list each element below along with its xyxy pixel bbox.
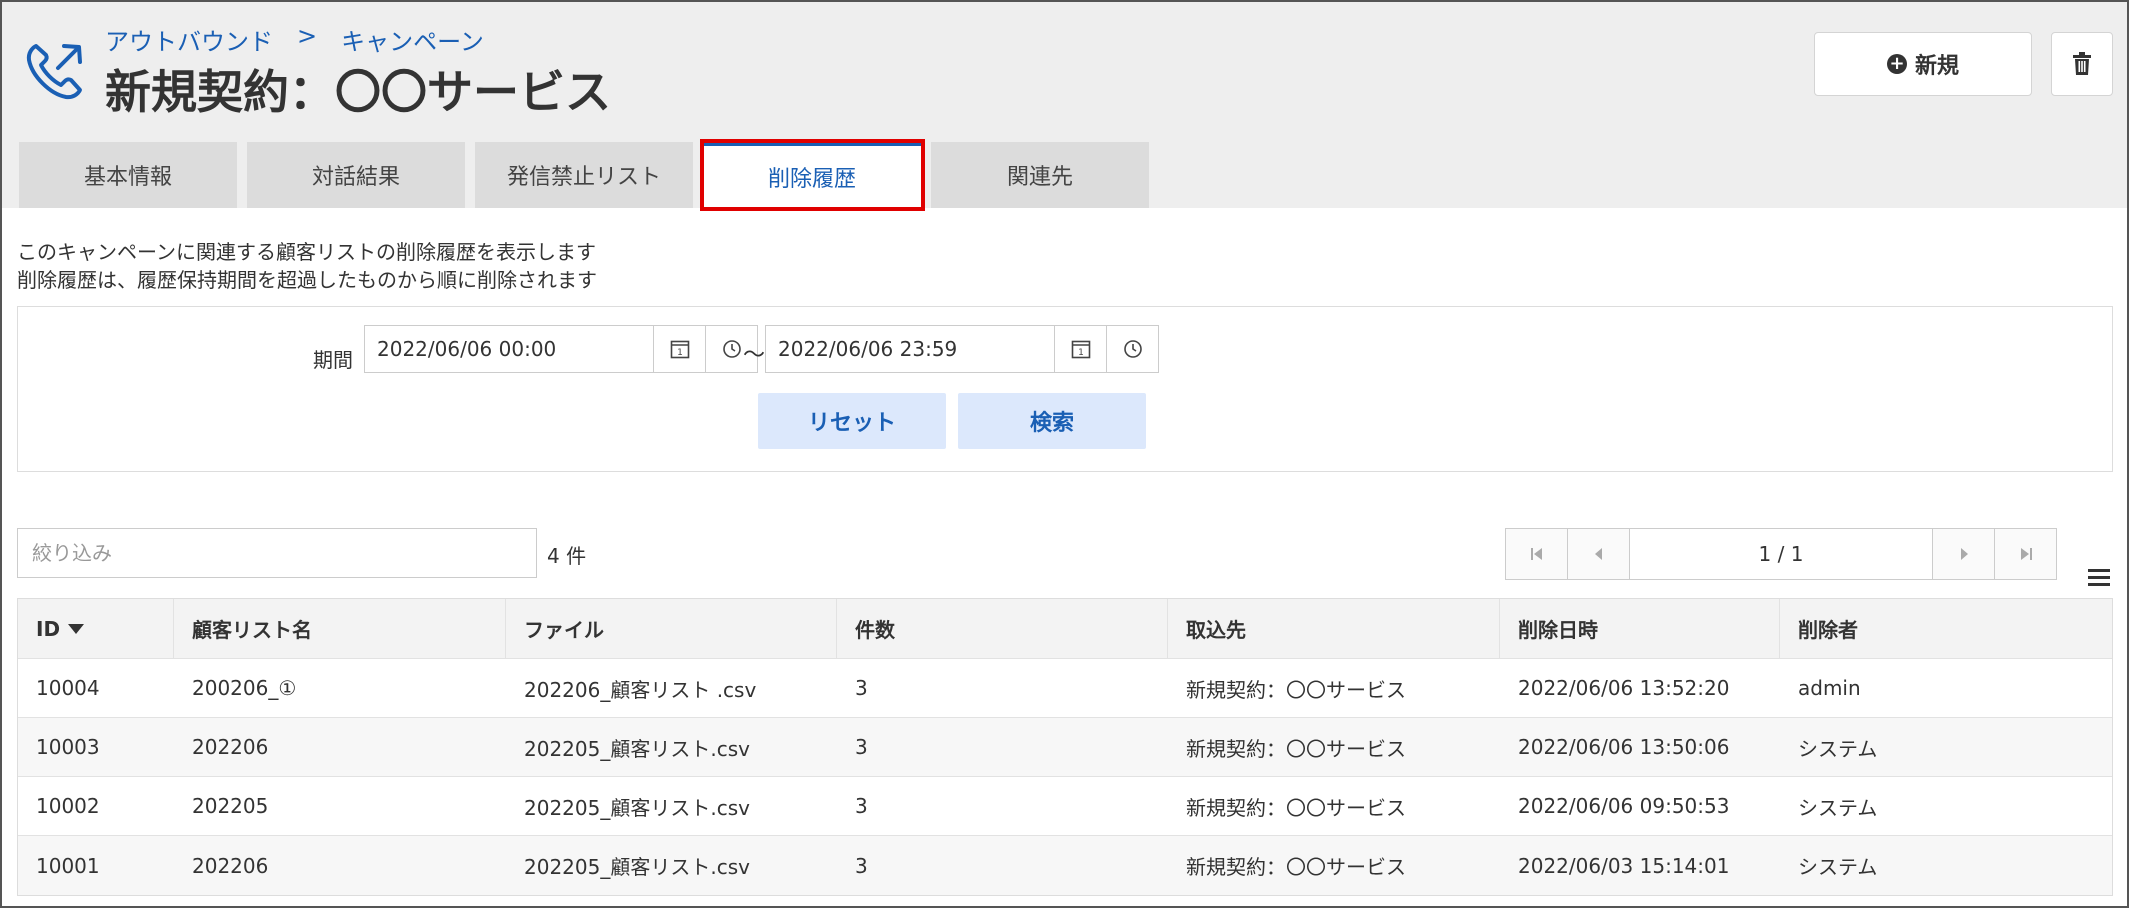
clock-icon — [722, 340, 741, 358]
table-row[interactable]: 10004 200206_① 202206_顧客リスト .csv 3 新規契約：… — [18, 659, 2112, 718]
delete-button[interactable] — [2051, 32, 2113, 96]
cell-deleted-by: システム — [1798, 795, 1878, 820]
cell-import-target: 新規契約：〇〇サービス — [1186, 795, 1406, 820]
breadcrumb-separator: > — [297, 22, 318, 50]
column-header-list-name[interactable]: 顧客リスト名 — [174, 599, 506, 658]
cell-id: 10003 — [36, 735, 100, 759]
tab-dialog-results[interactable]: 対話結果 — [247, 142, 465, 208]
table-header-row: ID 顧客リスト名 ファイル 件数 取込先 削除日時 削除者 — [18, 599, 2112, 659]
outbound-call-icon — [26, 44, 82, 100]
column-header-file[interactable]: ファイル — [506, 599, 837, 658]
cell-id: 10001 — [36, 853, 100, 878]
calendar-icon: 1 — [1071, 340, 1090, 359]
tab-deletion-history[interactable]: 削除履歴 — [703, 142, 921, 208]
cell-import-target: 新規契約：〇〇サービス — [1186, 736, 1406, 761]
column-header-deleted-at[interactable]: 削除日時 — [1500, 599, 1780, 658]
column-header-deleted-by[interactable]: 削除者 — [1780, 599, 2112, 658]
new-button-label: 新規 — [1914, 54, 1959, 79]
page-indicator: 1 / 1 — [1630, 529, 1932, 579]
cell-deleted-by: admin — [1798, 676, 1861, 700]
breadcrumb-campaign[interactable]: キャンペーン — [341, 22, 484, 57]
description: このキャンペーンに関連する顧客リストの削除履歴を表示します 削除履歴は、履歴保持… — [17, 238, 597, 294]
sort-desc-icon — [68, 623, 85, 634]
cell-deleted-at: 2022/06/06 13:50:06 — [1518, 735, 1730, 759]
page-header: アウトバウンド > キャンペーン 新規契約：〇〇サービス + 新規 基本情報 対… — [2, 2, 2127, 211]
new-button[interactable]: + 新規 — [1814, 32, 2032, 96]
prev-page-icon — [1594, 548, 1602, 560]
page-title: 新規契約：〇〇サービス — [105, 65, 611, 119]
period-separator: ～ — [743, 343, 766, 368]
cell-count: 3 — [855, 676, 868, 700]
cell-count: 3 — [855, 794, 868, 818]
cell-count: 3 — [855, 735, 868, 759]
reset-button[interactable]: リセット — [758, 393, 946, 449]
column-header-import-target[interactable]: 取込先 — [1168, 599, 1500, 658]
period-from-input[interactable] — [364, 325, 654, 373]
app-window: アウトバウンド > キャンペーン 新規契約：〇〇サービス + 新規 基本情報 対… — [0, 0, 2129, 908]
search-panel: 期間 1 ～ 1 — [17, 306, 2113, 472]
description-line-1: このキャンペーンに関連する顧客リストの削除履歴を表示します — [17, 240, 596, 264]
table-row[interactable]: 10001 202206 202205_顧客リスト.csv 3 新規契約：〇〇サ… — [18, 836, 2112, 895]
cell-id: 10004 — [36, 676, 100, 700]
period-to-input[interactable] — [765, 325, 1055, 373]
cell-import-target: 新規契約：〇〇サービス — [1186, 855, 1406, 879]
deletion-history-table: ID 顧客リスト名 ファイル 件数 取込先 削除日時 削除者 10004 200… — [17, 598, 2113, 896]
svg-text:1: 1 — [677, 348, 683, 358]
period-label: 期間 — [313, 348, 353, 372]
cell-deleted-at: 2022/06/06 09:50:53 — [1518, 794, 1730, 818]
cell-file: 202205_顧客リスト.csv — [524, 855, 750, 879]
cell-deleted-by: システム — [1798, 736, 1878, 761]
cell-count: 3 — [855, 853, 868, 878]
cell-deleted-at: 2022/06/03 15:14:01 — [1518, 853, 1730, 878]
result-count: 4 件 — [547, 544, 587, 568]
cell-id: 10002 — [36, 794, 100, 818]
period-from-calendar-button[interactable]: 1 — [653, 325, 706, 373]
filter-input[interactable] — [17, 528, 537, 578]
search-button[interactable]: 検索 — [958, 393, 1146, 449]
clock-icon — [1123, 340, 1142, 358]
cell-list-name: 202205 — [192, 794, 269, 818]
first-page-button[interactable] — [1506, 529, 1568, 579]
column-header-id[interactable]: ID — [18, 599, 174, 658]
column-header-count[interactable]: 件数 — [837, 599, 1168, 658]
first-page-icon — [1530, 548, 1542, 560]
column-menu-icon[interactable] — [2088, 569, 2110, 589]
cell-file: 202205_顧客リスト.csv — [524, 795, 750, 820]
pagination: 1 / 1 — [1505, 528, 2057, 580]
table-row[interactable]: 10003 202206 202205_顧客リスト.csv 3 新規契約：〇〇サ… — [18, 718, 2112, 777]
column-header-id-label: ID — [36, 616, 61, 641]
cell-deleted-at: 2022/06/06 13:52:20 — [1518, 676, 1730, 700]
last-page-icon — [2020, 548, 2032, 560]
last-page-button[interactable] — [1994, 529, 2056, 579]
cell-file: 202205_顧客リスト.csv — [524, 736, 750, 761]
cell-file: 202206_顧客リスト .csv — [524, 677, 757, 702]
tab-basic-info[interactable]: 基本情報 — [19, 142, 237, 208]
cell-list-name: 202206 — [192, 735, 269, 759]
plus-circle-icon: + — [1886, 54, 1907, 74]
description-line-2: 削除履歴は、履歴保持期間を超過したものから順に削除されます — [17, 268, 597, 292]
cell-list-name: 202206 — [192, 853, 269, 878]
table-row[interactable]: 10002 202205 202205_顧客リスト.csv 3 新規契約：〇〇サ… — [18, 777, 2112, 836]
next-page-icon — [1960, 548, 1968, 560]
next-page-button[interactable] — [1932, 529, 1994, 579]
period-to-calendar-button[interactable]: 1 — [1054, 325, 1107, 373]
calendar-icon: 1 — [670, 340, 689, 359]
prev-page-button[interactable] — [1568, 529, 1630, 579]
cell-deleted-by: システム — [1798, 855, 1878, 879]
breadcrumb: アウトバウンド > キャンペーン — [105, 22, 484, 57]
period-to-clock-button[interactable] — [1106, 325, 1159, 373]
breadcrumb-outbound[interactable]: アウトバウンド — [105, 22, 273, 57]
cell-import-target: 新規契約：〇〇サービス — [1186, 677, 1406, 702]
tab-related[interactable]: 関連先 — [931, 142, 1149, 208]
trash-icon — [2073, 52, 2091, 75]
svg-text:1: 1 — [1078, 348, 1084, 358]
cell-list-name: 200206_① — [192, 676, 297, 700]
tab-do-not-call-list[interactable]: 発信禁止リスト — [475, 142, 693, 208]
